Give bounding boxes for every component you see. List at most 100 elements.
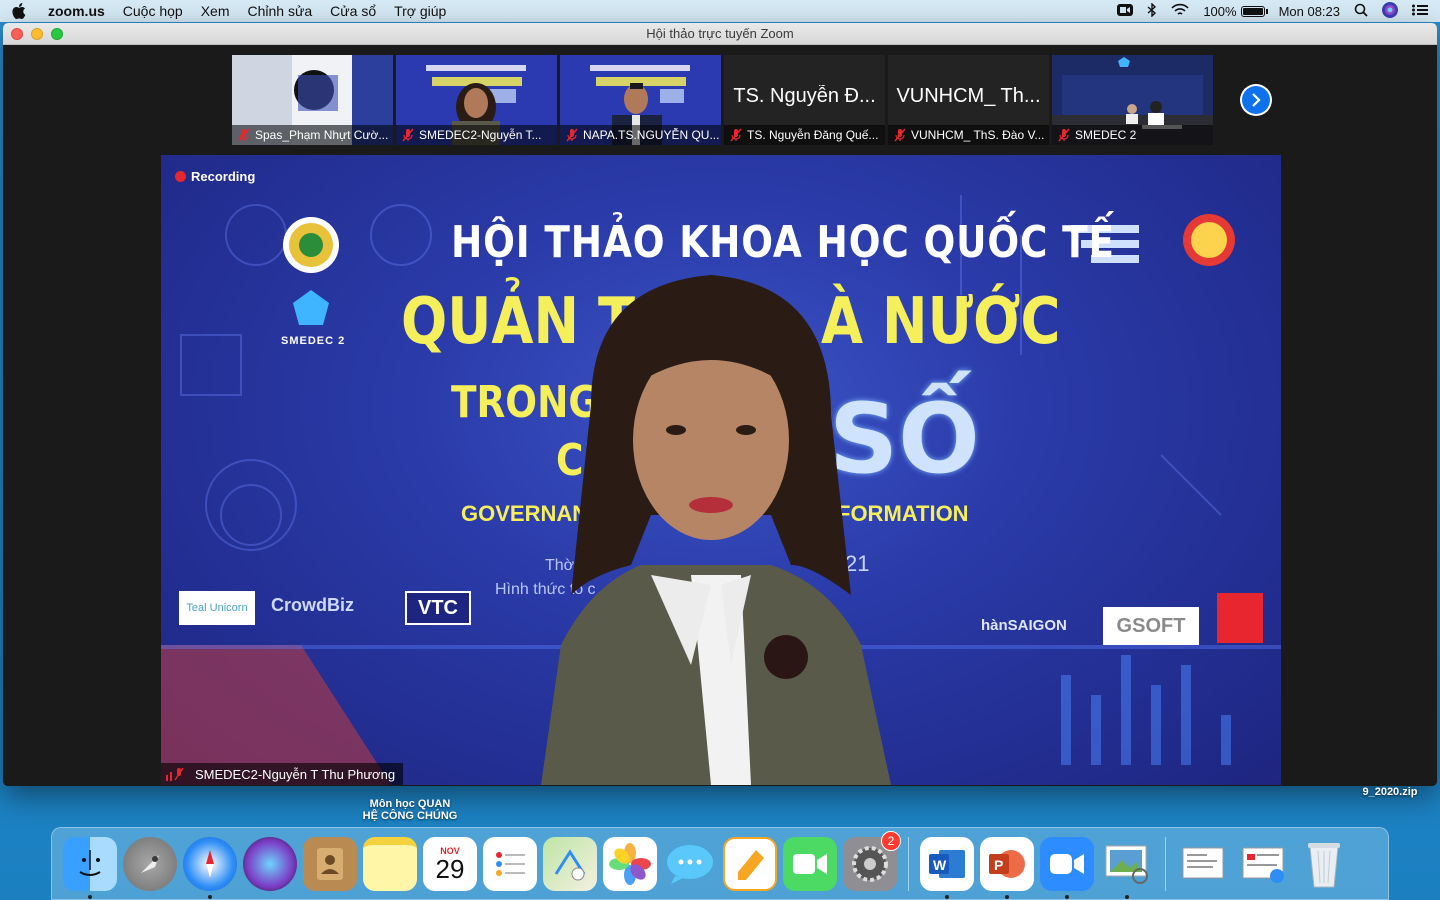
running-indicator [1005, 894, 1009, 899]
participant-name-bar: NAPA.TS.NGUYỄN QU... [560, 125, 721, 145]
clock[interactable]: Mon 08:23 [1279, 4, 1340, 19]
microsoft-powerpoint-icon[interactable]: P [980, 836, 1034, 899]
messages-icon[interactable] [663, 837, 717, 891]
menu-help[interactable]: Trợ giúp [394, 3, 446, 19]
participant-thumbnail[interactable]: VUNHCM_ Th... VUNHCM_ ThS. Đào V... [888, 55, 1049, 145]
participant-name: NAPA.TS.NGUYỄN QU... [583, 128, 720, 142]
maps-icon[interactable] [543, 836, 597, 891]
logo-teal-unicorn: Teal Unicorn [179, 591, 255, 625]
pages-icon[interactable] [723, 836, 777, 891]
dock-separator [1165, 836, 1166, 891]
muted-mic-icon [402, 128, 414, 142]
participant-name: VUNHCM_ ThS. Đào V... [911, 128, 1045, 142]
zoom-status-icon[interactable] [1117, 3, 1134, 20]
participant-thumbnail[interactable]: TS. Nguyễn Đ... TS. Nguyễn Đăng Quế... [724, 55, 885, 145]
battery-text: 100% [1203, 3, 1237, 19]
participant-thumbnail[interactable]: NAPA.TS.NGUYỄN QU... [560, 55, 721, 145]
menu-edit[interactable]: Chỉnh sửa [248, 3, 313, 19]
active-speaker-video[interactable]: HỘI THẢO KHOA HỌC QUỐC TẾ QUẢN T À NƯỚC … [161, 155, 1281, 785]
calendar-day: 29 [435, 853, 465, 884]
bluetooth-icon[interactable] [1147, 1, 1157, 20]
microsoft-word-icon[interactable]: W [920, 836, 974, 899]
logo-gsoft: GSOFT [1103, 607, 1199, 645]
muted-mic-icon [730, 128, 742, 142]
spotlight-search-icon[interactable] [1354, 3, 1368, 20]
facetime-icon[interactable] [783, 836, 837, 891]
menu-view[interactable]: Xem [201, 3, 230, 19]
safari-icon[interactable] [183, 836, 237, 899]
zoom-icon[interactable] [1040, 836, 1094, 899]
participant-name-bar: TS. Nguyễn Đăng Quế... [724, 125, 885, 145]
siri-icon[interactable] [1382, 1, 1398, 21]
logo-smedec: SMEDEC 2 [281, 335, 346, 347]
participant-name-bar: SMEDEC2-Nguyễn T... [396, 125, 557, 145]
participant-name-bar: SMEDEC 2 [1052, 125, 1213, 145]
recording-dot-icon [175, 171, 186, 182]
logo-crowdbiz: CrowdBiz [271, 595, 354, 615]
participant-name: SMEDEC 2 [1075, 128, 1137, 142]
chevron-right-icon [1252, 93, 1261, 107]
battery-icon [1240, 5, 1268, 17]
wifi-icon[interactable] [1171, 3, 1189, 20]
window-titlebar[interactable]: Hội thảo trực tuyến Zoom [3, 23, 1437, 45]
participant-display-name: TS. Nguyễn Đ... [733, 85, 876, 107]
menu-meeting[interactable]: Cuộc họp [123, 3, 183, 19]
notification-center-icon[interactable] [1412, 4, 1428, 19]
participant-name: Spas_Phạm Nhựt Cườ... [255, 128, 389, 142]
participant-name: SMEDEC2-Nguyễn T... [419, 128, 542, 142]
active-speaker-name: SMEDEC2-Nguyễn T Thu Phương [195, 766, 396, 782]
muted-mic-icon [238, 128, 250, 142]
muted-mic-icon [1058, 128, 1070, 142]
svg-text:W: W [933, 857, 947, 873]
running-indicator [945, 894, 949, 899]
muted-mic-icon [566, 128, 578, 142]
participant-name-bar: Spas_Phạm Nhựt Cườ... [232, 125, 393, 145]
participant-thumbnail-active[interactable]: SMEDEC2-Nguyễn T... [396, 55, 557, 145]
desktop-file-label[interactable]: 9_2020.zip [1340, 786, 1440, 798]
recording-indicator: Recording [175, 169, 255, 184]
participant-thumbnail[interactable]: Spas_Phạm Nhựt Cườ... [232, 55, 393, 145]
participant-strip: Spas_Phạm Nhựt Cườ... SMEDEC2-Nguyễn T..… [232, 55, 1213, 145]
menu-window[interactable]: Cửa sổ [330, 3, 376, 19]
preview-icon[interactable] [1100, 837, 1154, 899]
trash-icon[interactable] [1297, 837, 1351, 891]
photos-icon[interactable] [603, 836, 657, 891]
next-page-button[interactable] [1240, 84, 1272, 116]
apple-icon[interactable] [12, 3, 28, 19]
desktop-file-label[interactable]: Môn học QUAN HỆ CÔNG CHÚNG [350, 798, 470, 822]
running-indicator [208, 894, 212, 899]
launchpad-icon[interactable] [123, 836, 177, 891]
dock: NOV 29 2 W P [51, 827, 1389, 900]
system-preferences-icon[interactable]: 2 [843, 830, 901, 891]
running-indicator [1065, 894, 1069, 899]
menu-app-name[interactable]: zoom.us [48, 3, 105, 19]
window-title: Hội thảo trực tuyến Zoom [646, 26, 794, 41]
reminders-icon[interactable] [483, 836, 537, 891]
muted-mic-icon [894, 128, 906, 142]
logo-red [1217, 593, 1263, 643]
menubar: zoom.us Cuộc họp Xem Chỉnh sửa Cửa sổ Tr… [0, 0, 1440, 22]
battery-fill [1242, 7, 1263, 15]
battery-indicator[interactable]: 100% [1203, 3, 1268, 19]
siri-icon[interactable] [243, 836, 297, 891]
speaking-mic-icon [166, 767, 184, 781]
participant-display-name: VUNHCM_ Th... [896, 85, 1041, 107]
zoom-window: Hội thảo trực tuyến Zoom Spas_Phạm Nhựt … [3, 23, 1437, 786]
banner-title-line1: HỘI THẢO KHOA HỌC QUỐC TẾ [451, 217, 1115, 268]
finder-icon[interactable] [63, 836, 117, 899]
svg-text:P: P [994, 857, 1003, 873]
downloads-stack-icon[interactable] [1237, 837, 1291, 891]
speaker-person [541, 275, 891, 785]
participant-name: TS. Nguyễn Đăng Quế... [747, 128, 879, 142]
active-speaker-name-bar: SMEDEC2-Nguyễn T Thu Phương [161, 763, 404, 785]
document-stack-icon[interactable] [1177, 837, 1231, 891]
dock-separator [908, 836, 909, 891]
participant-thumbnail[interactable]: SMEDEC 2 [1052, 55, 1213, 145]
running-indicator [88, 894, 92, 899]
contacts-icon[interactable] [303, 836, 357, 891]
running-indicator [1125, 894, 1129, 899]
notification-badge: 2 [881, 830, 901, 851]
calendar-icon[interactable]: NOV 29 [423, 836, 477, 891]
recording-label: Recording [191, 169, 256, 184]
notes-icon[interactable] [363, 836, 417, 891]
